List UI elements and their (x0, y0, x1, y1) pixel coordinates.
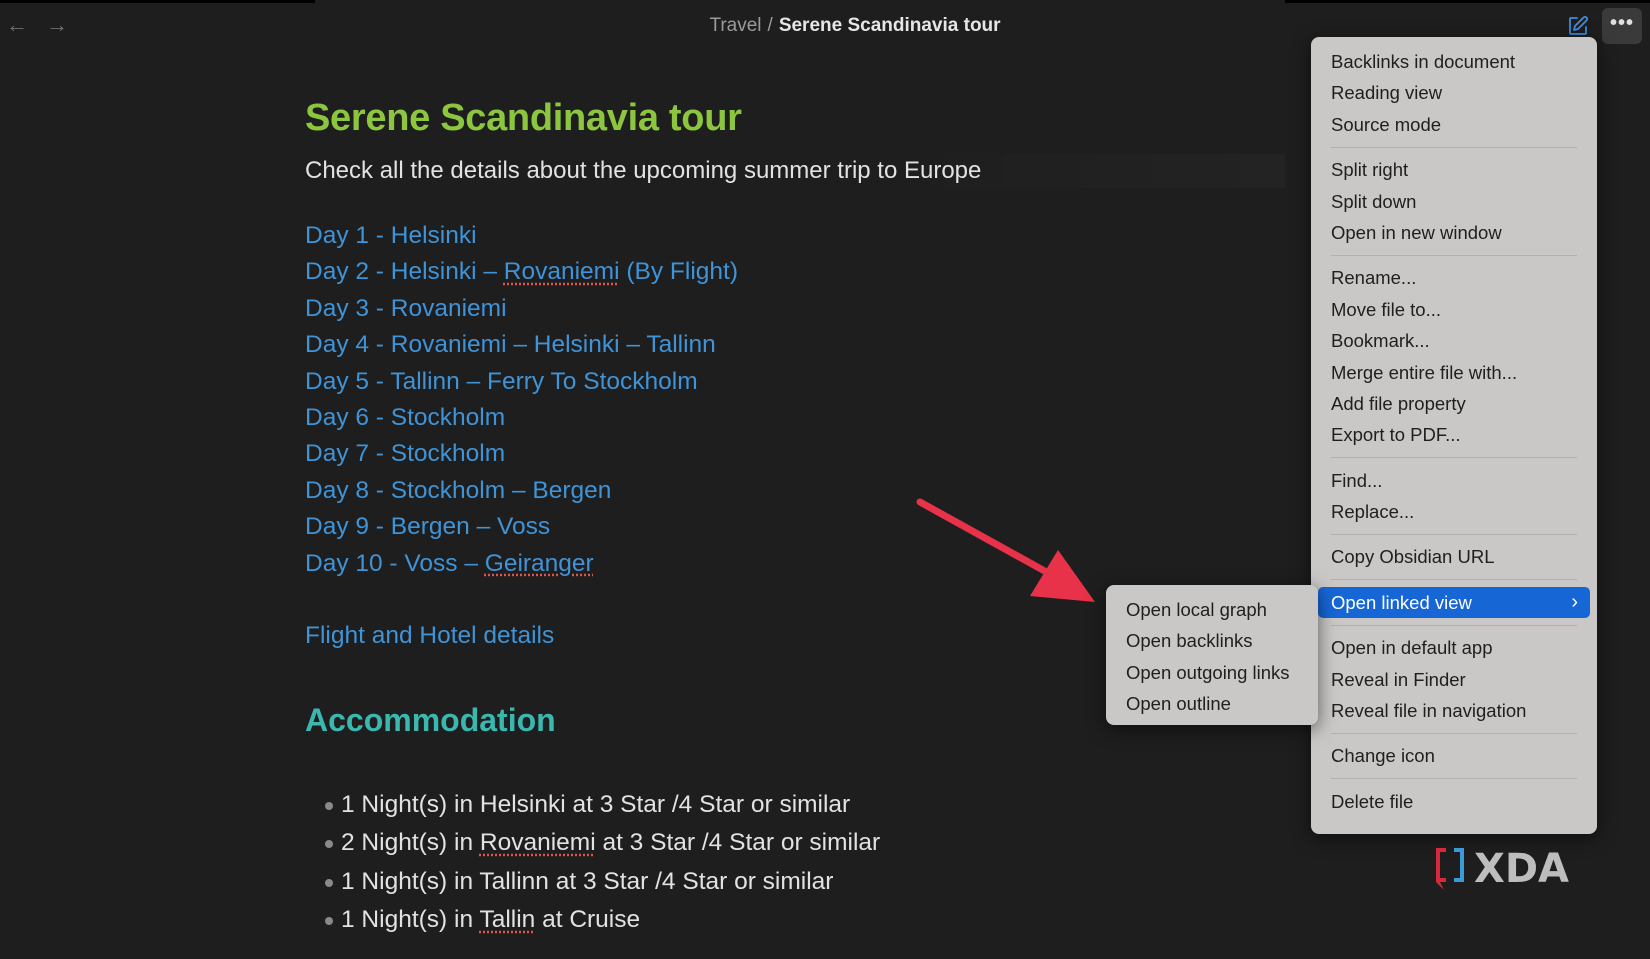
linked-view-submenu: Open local graph Open backlinks Open out… (1106, 585, 1318, 725)
menu-item-source-mode[interactable]: Source mode (1311, 109, 1597, 140)
bullet-icon (325, 878, 333, 887)
day-link-5[interactable]: Day 5 - Tallinn – Ferry To Stockholm (305, 364, 1285, 400)
submenu-item-outline[interactable]: Open outline (1106, 688, 1318, 719)
day-link-text: Day 2 - Helsinki – (305, 258, 504, 286)
day-link-1[interactable]: Day 1 - Helsinki (305, 218, 1285, 254)
day-link-8[interactable]: Day 8 - Stockholm – Bergen (305, 473, 1285, 509)
menu-divider (1331, 457, 1577, 459)
breadcrumb-current[interactable]: Serene Scandinavia tour (779, 15, 1001, 36)
day-link-10[interactable]: Day 10 - Voss – Geiranger (305, 546, 1285, 582)
breadcrumb-separator: / (767, 15, 773, 36)
day-link-4[interactable]: Day 4 - Rovaniemi – Helsinki – Tallinn (305, 327, 1285, 363)
menu-item-copy-url[interactable]: Copy Obsidian URL (1311, 541, 1597, 572)
xda-logo-icon: XDA (1436, 846, 1569, 892)
list-item: 2 Night(s) in Rovaniemi at 3 Star /4 Sta… (305, 824, 1285, 862)
submenu-item-backlinks[interactable]: Open backlinks (1106, 625, 1318, 656)
spellcheck-word: Tallin (479, 906, 536, 934)
menu-item-bookmark[interactable]: Bookmark... (1311, 325, 1597, 356)
day-list: Day 1 - Helsinki Day 2 - Helsinki – Rova… (305, 218, 1285, 582)
list-item-text: at 3 Star /4 Star or similar (595, 829, 881, 857)
menu-divider (1331, 579, 1577, 581)
menu-item-open-new-window[interactable]: Open in new window (1311, 217, 1597, 248)
menu-divider (1331, 624, 1577, 626)
note-subtitle: Check all the details about the upcoming… (305, 154, 1285, 188)
menu-item-replace[interactable]: Replace... (1311, 496, 1597, 527)
day-link-7[interactable]: Day 7 - Stockholm (305, 436, 1285, 472)
list-item-text: at Cruise (535, 906, 641, 934)
day-link-text: Day 10 - Voss – (305, 549, 485, 577)
day-link-3[interactable]: Day 3 - Rovaniemi (305, 291, 1285, 327)
note-content: Serene Scandinavia tour Check all the de… (305, 88, 1285, 940)
list-item: 1 Night(s) in Tallinn at 3 Star /4 Star … (305, 863, 1285, 901)
menu-divider (1331, 732, 1577, 734)
day-link-2[interactable]: Day 2 - Helsinki – Rovaniemi (By Flight) (305, 254, 1285, 290)
edit-pencil-icon[interactable] (1566, 14, 1590, 38)
menu-item-merge[interactable]: Merge entire file with... (1311, 357, 1597, 388)
menu-item-add-property[interactable]: Add file property (1311, 388, 1597, 419)
menu-item-label: Open linked view (1331, 591, 1472, 613)
menu-item-find[interactable]: Find... (1311, 465, 1597, 496)
menu-divider (1331, 778, 1577, 780)
breadcrumb: Travel / Serene Scandinavia tour (0, 14, 1650, 38)
menu-divider (1331, 533, 1577, 535)
bullet-icon (325, 802, 333, 811)
top-strip (0, 0, 315, 3)
menu-item-reading-view[interactable]: Reading view (1311, 77, 1597, 108)
menu-item-open-default-app[interactable]: Open in default app (1311, 632, 1597, 663)
menu-item-backlinks[interactable]: Backlinks in document (1311, 46, 1597, 77)
spellcheck-word: Rovaniemi (503, 258, 620, 286)
annotation-arrow-icon (916, 498, 1095, 602)
menu-item-rename[interactable]: Rename... (1311, 262, 1597, 293)
menu-item-export-pdf[interactable]: Export to PDF... (1311, 419, 1597, 450)
bullet-icon (325, 840, 333, 849)
day-link-text: (By Flight) (619, 258, 738, 286)
menu-item-reveal-navigation[interactable]: Reveal file in navigation (1311, 695, 1597, 726)
menu-divider (1331, 254, 1577, 256)
menu-item-change-icon[interactable]: Change icon (1311, 740, 1597, 771)
list-item-text: 2 Night(s) in (341, 829, 480, 857)
day-link-6[interactable]: Day 6 - Stockholm (305, 400, 1285, 436)
spellcheck-word: Rovaniemi (479, 829, 596, 857)
menu-item-split-right[interactable]: Split right (1311, 154, 1597, 185)
list-item: 1 Night(s) in Tallin at Cruise (305, 901, 1285, 939)
note-title: Serene Scandinavia tour (305, 97, 742, 139)
breadcrumb-folder[interactable]: Travel (709, 15, 761, 36)
file-options-menu: Backlinks in document Reading view Sourc… (1311, 37, 1597, 834)
more-options-button[interactable]: ••• (1602, 8, 1642, 44)
accommodation-list: 1 Night(s) in Helsinki at 3 Star /4 Star… (305, 786, 1285, 940)
menu-divider (1331, 146, 1577, 148)
day-link-9[interactable]: Day 9 - Bergen – Voss (305, 509, 1285, 545)
list-item: 1 Night(s) in Helsinki at 3 Star /4 Star… (305, 786, 1285, 824)
list-item-text: 1 Night(s) in (341, 906, 480, 934)
list-item-text: 1 Night(s) in Tallinn at 3 Star /4 Star … (341, 867, 834, 895)
list-item-text: 1 Night(s) in Helsinki at 3 Star /4 Star… (341, 791, 851, 819)
chevron-right-icon: › (1571, 590, 1578, 613)
menu-item-open-linked-view[interactable]: Open linked view › (1318, 586, 1590, 619)
watermark-text: XDA (1474, 846, 1569, 892)
top-strip (1285, 0, 1650, 3)
menu-item-reveal-finder[interactable]: Reveal in Finder (1311, 664, 1597, 695)
bullet-icon (325, 917, 333, 926)
spellcheck-word: Geiranger (484, 549, 594, 577)
submenu-item-outgoing-links[interactable]: Open outgoing links (1106, 657, 1318, 688)
menu-item-delete-file[interactable]: Delete file (1311, 786, 1597, 817)
submenu-item-local-graph[interactable]: Open local graph (1106, 594, 1318, 625)
menu-item-split-down[interactable]: Split down (1311, 186, 1597, 217)
menu-item-move-file[interactable]: Move file to... (1311, 294, 1597, 325)
